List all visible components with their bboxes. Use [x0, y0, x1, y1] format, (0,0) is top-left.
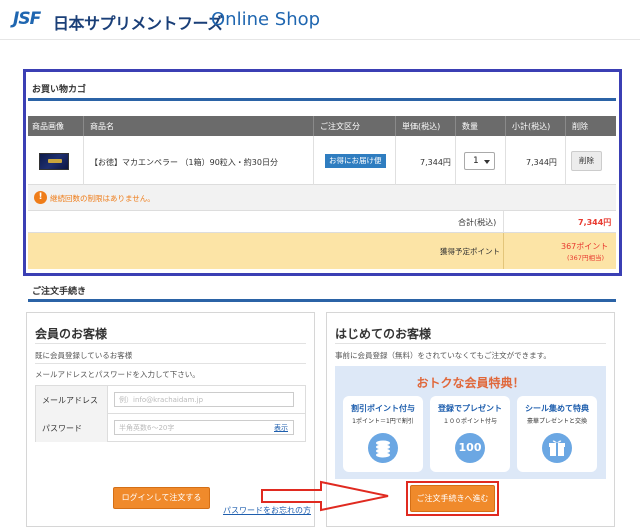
- logo-mark[interactable]: JSF: [13, 9, 41, 29]
- email-field[interactable]: 例）info@krachaidam.jp: [114, 392, 294, 407]
- col-subtotal: 小計(税込): [512, 122, 551, 131]
- login-form: メールアドレス 例）info@krachaidam.jp パスワード 半角英数6…: [35, 385, 306, 442]
- proceed-highlight-box: [406, 481, 499, 516]
- points-label: 獲得予定ポイント: [440, 247, 500, 256]
- alert-icon: !: [34, 191, 47, 204]
- points-row: 獲得予定ポイント 367ポイント (367円相当): [28, 233, 616, 269]
- benefit-card-sticker: シール集めて特典 豪華プレゼントと交換: [517, 396, 597, 472]
- product-name: 【お徳】マカエンペラー （1箱）90粒入・約30日分: [90, 158, 278, 167]
- benefit-card-sub: 豪華プレゼントと交換: [526, 418, 587, 425]
- checkout-title: ご注文手続き: [32, 287, 87, 297]
- cart-title-underline: [28, 98, 616, 101]
- cart-table-header: 商品画像 商品名 ご注文区分 単価(税込) 数量 小計(税込) 削除: [28, 116, 616, 136]
- benefit-card-title: 登録でプレゼント: [438, 404, 502, 413]
- member-text-1: 既に会員登録しているお客様: [35, 351, 133, 360]
- show-password-link[interactable]: 表示: [274, 423, 288, 433]
- total-row: 合計(税込) 7,344円: [28, 211, 616, 233]
- total-value: 7,344円: [578, 218, 612, 227]
- cart-item-row: 【お徳】マカエンペラー （1箱）90粒入・約30日分 お得にお届け便 7,344…: [28, 136, 616, 185]
- checkout-title-underline: [28, 299, 616, 302]
- guest-text: 事前に会員登録（無料）をされていなくてもご注文ができます。: [335, 351, 551, 360]
- pointer-arrow-icon: [261, 480, 389, 512]
- email-row: メールアドレス 例）info@krachaidam.jp: [36, 386, 305, 414]
- cart-title: お買い物カゴ: [32, 85, 87, 95]
- col-image: 商品画像: [32, 122, 64, 131]
- benefit-card-sub: 1ポイント＝1円で割引: [352, 418, 414, 425]
- col-delete: 削除: [572, 122, 588, 131]
- email-label: メールアドレス: [36, 386, 108, 414]
- quantity-value: 1: [473, 156, 479, 166]
- coin-stack-icon: [368, 433, 398, 463]
- benefit-card-present: 登録でプレゼント １００ポイント付与 100: [430, 396, 510, 472]
- chevron-down-icon: [484, 160, 490, 164]
- order-type-badge: お得にお届け便: [325, 154, 386, 168]
- notice-text: 継続回数の制限はありません。: [50, 194, 155, 203]
- logo-online-shop[interactable]: Online Shop: [211, 9, 320, 30]
- logo-name[interactable]: 日本サプリメントフーズ: [53, 10, 223, 34]
- points-100-icon: 100: [455, 433, 485, 463]
- guest-title: はじめてのお客様: [335, 327, 432, 341]
- benefit-card-title: シール集めて特典: [525, 404, 589, 413]
- member-benefits-banner: おトクな会員特典！ 割引ポイント付与 1ポイント＝1円で割引 登録でプレゼント …: [335, 366, 606, 479]
- col-order-type: ご注文区分: [320, 122, 360, 131]
- benefit-title: おトクな会員特典！: [416, 376, 525, 390]
- col-unit-price: 単価(税込): [402, 122, 441, 131]
- password-row: パスワード 半角英数6～20字 表示: [36, 414, 305, 442]
- total-label: 合計(税込): [458, 218, 497, 227]
- password-field[interactable]: 半角英数6～20字 表示: [114, 420, 294, 435]
- benefit-card-title: 割引ポイント付与: [351, 404, 415, 413]
- password-placeholder: 半角英数6～20字: [119, 424, 175, 432]
- delete-button[interactable]: 削除: [571, 151, 602, 171]
- gift-icon: [542, 433, 572, 463]
- subtotal: 7,344円: [526, 158, 557, 167]
- col-quantity: 数量: [462, 122, 478, 131]
- quantity-select[interactable]: 1: [464, 152, 495, 170]
- member-title: 会員のお客様: [35, 327, 108, 341]
- unit-price: 7,344円: [420, 158, 451, 167]
- points-value: 367ポイント: [561, 242, 609, 251]
- benefit-card-discount: 割引ポイント付与 1ポイント＝1円で割引: [343, 396, 423, 472]
- site-header: JSF 日本サプリメントフーズ Online Shop: [0, 0, 640, 40]
- member-text-2: メールアドレスとパスワードを入力して下さい。: [35, 370, 200, 379]
- product-image[interactable]: [39, 153, 69, 170]
- benefit-card-sub: １００ポイント付与: [442, 418, 497, 425]
- notice-row: ! 継続回数の制限はありません。: [28, 185, 616, 211]
- password-label: パスワード: [36, 414, 108, 442]
- col-name: 商品名: [90, 122, 114, 131]
- login-button[interactable]: ログインして注文する: [113, 487, 210, 509]
- points-yen-equivalent: (367円相当): [567, 254, 604, 262]
